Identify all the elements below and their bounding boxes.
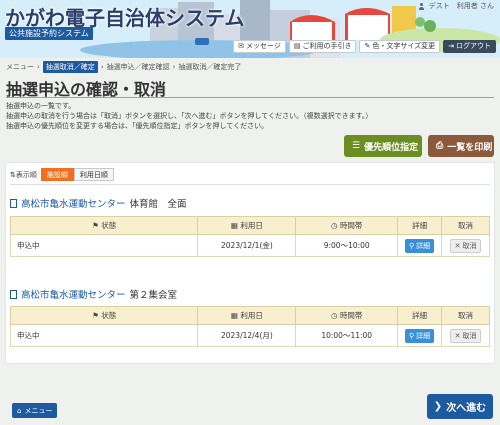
status-cell: 申込中 bbox=[9, 324, 199, 347]
description-line: 抽選申込の優先順位を変更する場合は、「優先順位指定」ボタンを押してください。 bbox=[6, 122, 269, 130]
sort-by-date-button[interactable]: 利用日順 bbox=[73, 168, 114, 181]
detail-button[interactable]: ⚲ 詳細 bbox=[405, 328, 435, 343]
logout-icon: ⇥ bbox=[448, 42, 454, 50]
room-name: 第２集会室 bbox=[129, 290, 178, 301]
application-list-panel: ⇅ 表示順 施設順 利用日順 高松市亀水運動センター 体育館 全面 ⚑ 状態 ▦… bbox=[6, 163, 494, 363]
close-icon: ✕ bbox=[454, 241, 461, 250]
col-status: ⚑ 状態 bbox=[9, 216, 199, 235]
flag-icon: ⚑ bbox=[92, 311, 99, 320]
sort-label: 表示順 bbox=[15, 170, 37, 179]
document-icon bbox=[10, 289, 17, 299]
user-info: デスト 利用者 さん bbox=[418, 1, 494, 11]
breadcrumb-current: 抽選取消／確定 bbox=[42, 61, 98, 73]
calendar-icon: ▦ bbox=[230, 311, 238, 320]
application-table: ⚑ 状態 ▦ 利用日 ◷ 時間帯 詳細 取消 申込中 2023/12/4(月) … bbox=[9, 306, 490, 347]
sort-control: ⇅ 表示順 施設順 利用日順 bbox=[10, 168, 114, 181]
flag-icon: ⚑ bbox=[92, 221, 99, 230]
list-order-icon: ☰ bbox=[352, 141, 361, 151]
breadcrumb-menu[interactable]: メニュー bbox=[6, 62, 34, 72]
facility-link[interactable]: 高松市亀水運動センター bbox=[21, 287, 126, 301]
breadcrumb-step-confirm: 抽選申込／確定確認 bbox=[106, 63, 170, 71]
header-buttons: ✉ メッセージ ▤ ご利用の手引き ✎ 色・文字サイズ変更 ⇥ ログアウト bbox=[233, 40, 496, 53]
sort-by-facility-button[interactable]: 施設順 bbox=[40, 168, 74, 181]
user-name: デスト 利用者 さん bbox=[428, 2, 494, 10]
table-row: 申込中 2023/12/4(月) 10:00〜11:00 ⚲ 詳細 ✕ 取消 bbox=[9, 324, 490, 347]
display-settings-button[interactable]: ✎ 色・文字サイズ変更 bbox=[359, 40, 441, 53]
chevron-right-icon: ❯ bbox=[433, 401, 443, 412]
facility-heading: 高松市亀水運動センター 第２集会室 bbox=[10, 287, 177, 301]
header: かがわ電子自治体システム 公共施設予約システム デスト 利用者 さん ✉ メッセー… bbox=[0, 0, 500, 58]
page-description: 抽選申込の一覧です。 抽選申込の取消を行う場合は「取消」ボタンを選択し、「次へ進… bbox=[6, 101, 494, 131]
search-icon: ⚲ bbox=[409, 331, 415, 340]
col-date: ▦ 利用日 bbox=[197, 306, 297, 325]
time-cell: 10:00〜11:00 bbox=[295, 324, 399, 347]
facility-link[interactable]: 高松市亀水運動センター bbox=[21, 196, 126, 210]
table-header-row: ⚑ 状態 ▦ 利用日 ◷ 時間帯 詳細 取消 bbox=[9, 216, 490, 235]
breadcrumb-separator: › bbox=[100, 63, 104, 71]
divider bbox=[10, 184, 490, 185]
table-row: 申込中 2023/12/1(金) 9:00〜10:00 ⚲ 詳細 ✕ 取消 bbox=[9, 234, 490, 257]
col-time: ◷ 時間帯 bbox=[295, 306, 399, 325]
room-name: 体育館 全面 bbox=[129, 199, 187, 210]
breadcrumb-separator: › bbox=[37, 63, 40, 71]
help-button[interactable]: ▤ ご利用の手引き bbox=[288, 40, 357, 53]
home-icon: ⌂ bbox=[17, 406, 22, 415]
clock-icon: ◷ bbox=[331, 221, 338, 230]
col-detail: 詳細 bbox=[397, 306, 443, 325]
priority-button[interactable]: ☰ 優先順位指定 bbox=[344, 135, 422, 157]
date-cell: 2023/12/4(月) bbox=[197, 324, 297, 347]
print-list-button[interactable]: ⎙ 一覧を印刷 bbox=[428, 135, 494, 157]
date-cell: 2023/12/1(金) bbox=[197, 234, 297, 257]
col-cancel: 取消 bbox=[441, 306, 490, 325]
breadcrumb: メニュー › 抽選取消／確定 › 抽選申込／確定確認 › 抽選取消／確定完了 bbox=[6, 61, 241, 73]
brush-icon: ✎ bbox=[364, 42, 371, 50]
print-icon: ⎙ bbox=[436, 141, 444, 151]
user-icon bbox=[418, 2, 425, 10]
breadcrumb-separator: › bbox=[172, 63, 176, 71]
col-detail: 詳細 bbox=[397, 216, 443, 235]
time-cell: 9:00〜10:00 bbox=[295, 234, 399, 257]
message-button[interactable]: ✉ メッセージ bbox=[233, 40, 286, 53]
message-icon: ✉ bbox=[238, 42, 244, 50]
application-table: ⚑ 状態 ▦ 利用日 ◷ 時間帯 詳細 取消 申込中 2023/12/1(金) … bbox=[9, 216, 490, 257]
col-cancel: 取消 bbox=[441, 216, 490, 235]
title-divider bbox=[6, 97, 494, 98]
status-cell: 申込中 bbox=[9, 234, 199, 257]
book-icon: ▤ bbox=[293, 42, 301, 50]
logout-button[interactable]: ⇥ ログアウト bbox=[443, 40, 496, 53]
detail-button[interactable]: ⚲ 詳細 bbox=[405, 238, 435, 253]
clock-icon: ◷ bbox=[331, 311, 338, 320]
description-line: 抽選申込の一覧です。 bbox=[6, 102, 76, 110]
cancel-cell: ✕ 取消 bbox=[441, 234, 490, 257]
document-icon bbox=[10, 198, 17, 208]
calendar-icon: ▦ bbox=[230, 221, 239, 230]
next-button[interactable]: ❯ 次へ進む bbox=[427, 394, 493, 419]
description-line: 抽選申込の取消を行う場合は「取消」ボタンを選択し、「次へ進む」ボタンを押してくだ… bbox=[6, 112, 373, 120]
cancel-cell: ✕ 取消 bbox=[441, 324, 490, 347]
col-status: ⚑ 状態 bbox=[9, 306, 199, 325]
breadcrumb-step-complete: 抽選取消／確定完了 bbox=[178, 63, 242, 71]
col-time: ◷ 時間帯 bbox=[295, 216, 399, 235]
detail-cell: ⚲ 詳細 bbox=[397, 324, 443, 347]
close-icon: ✕ bbox=[454, 331, 461, 340]
system-name-badge: 公共施設予約システム bbox=[5, 27, 93, 40]
facility-heading: 高松市亀水運動センター 体育館 全面 bbox=[10, 196, 187, 210]
table-header-row: ⚑ 状態 ▦ 利用日 ◷ 時間帯 詳細 取消 bbox=[9, 306, 490, 325]
cancel-button[interactable]: ✕ 取消 bbox=[449, 328, 482, 343]
menu-button[interactable]: ⌂ メニュー bbox=[12, 403, 58, 418]
search-icon: ⚲ bbox=[409, 241, 415, 250]
cancel-button[interactable]: ✕ 取消 bbox=[449, 238, 482, 253]
col-date: ▦ 利用日 bbox=[197, 216, 297, 235]
detail-cell: ⚲ 詳細 bbox=[397, 234, 443, 257]
